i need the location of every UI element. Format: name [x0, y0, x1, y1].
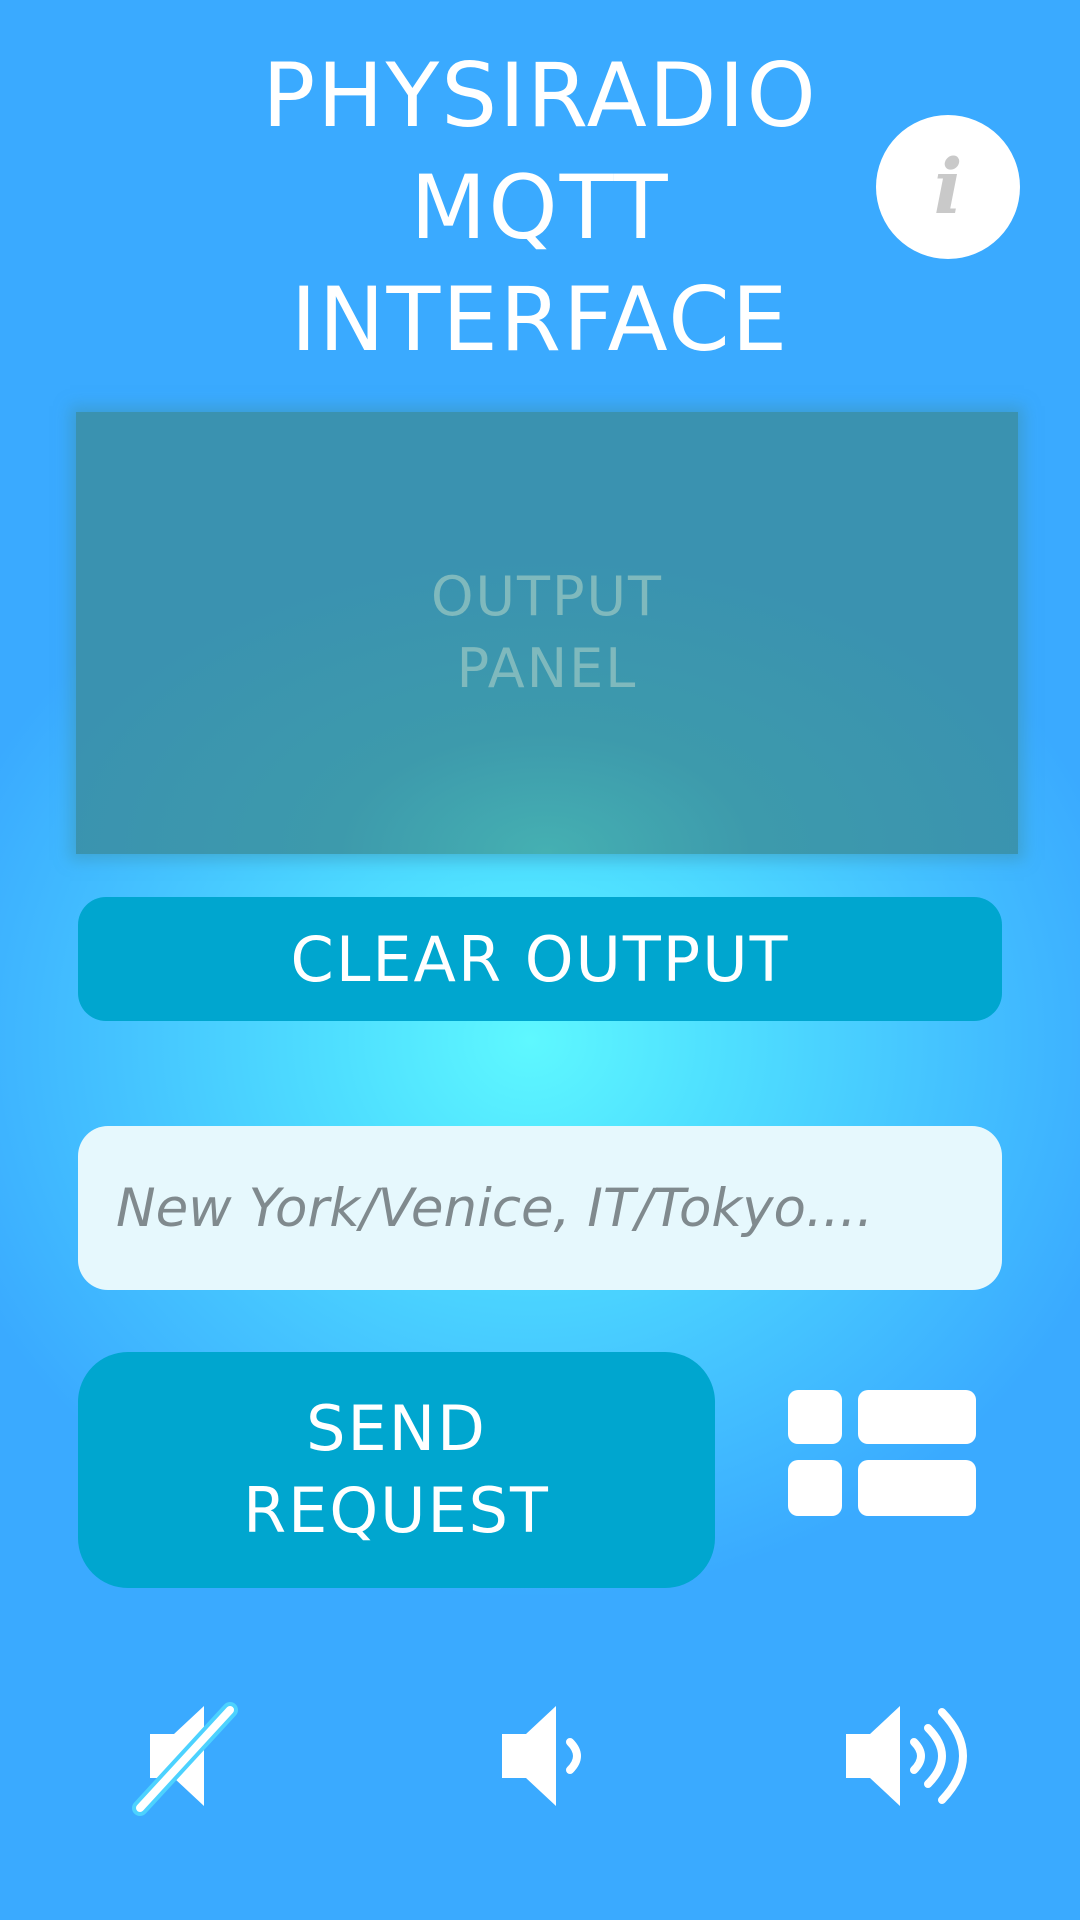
output-placeholder: OUTPUT PANEL [431, 561, 663, 705]
info-button[interactable]: i [876, 115, 1020, 259]
output-placeholder-line-2: PANEL [456, 637, 638, 700]
grid-cell-small-bottom [788, 1460, 842, 1516]
grid-cell-small-top [788, 1390, 842, 1444]
volume-mute-icon[interactable] [118, 1690, 258, 1820]
send-request-label: SEND REQUEST [243, 1388, 550, 1552]
output-placeholder-line-1: OUTPUT [430, 565, 664, 628]
grid-cell-wide-top [858, 1390, 976, 1444]
volume-high-icon[interactable] [832, 1690, 972, 1820]
output-panel: OUTPUT PANEL [76, 412, 1018, 854]
info-icon: i [933, 142, 963, 231]
clear-output-label: CLEAR OUTPUT [290, 922, 790, 996]
grid-cell-wide-bottom [858, 1460, 976, 1516]
send-request-button[interactable]: SEND REQUEST [78, 1352, 715, 1588]
send-request-label-line-2: REQUEST [243, 1474, 550, 1547]
clear-output-button[interactable]: CLEAR OUTPUT [78, 897, 1002, 1021]
send-request-label-line-1: SEND [306, 1392, 487, 1465]
volume-low-icon[interactable] [478, 1690, 618, 1820]
app-title-line-3: INTERFACE [290, 268, 790, 371]
location-input[interactable] [78, 1126, 1002, 1290]
grid-list-icon[interactable] [788, 1390, 976, 1516]
